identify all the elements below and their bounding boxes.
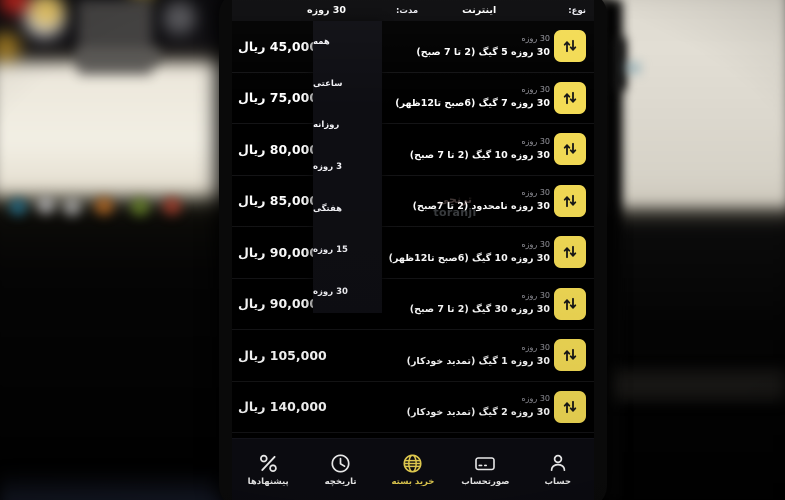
package-duration: 30 روزه bbox=[521, 291, 550, 301]
globe-icon bbox=[402, 452, 423, 474]
buy-package-button[interactable] bbox=[554, 30, 586, 63]
package-list: 30 روزه 30 روزه 5 گیگ (2 تا 7 صبح) 45,00… bbox=[232, 21, 594, 439]
background-right-teal-spot bbox=[625, 62, 641, 74]
package-duration: 30 روزه bbox=[521, 342, 550, 352]
dropdown-option-15day[interactable]: 15 روزه bbox=[313, 229, 382, 271]
package-title: 30 روزه 7 گیگ (6صبح تا12ظهر) bbox=[395, 98, 550, 110]
buy-package-button[interactable] bbox=[554, 81, 586, 114]
table-row[interactable]: 30 روزه 30 روزه 10 گیگ (6صبح تا12ظهر) 90… bbox=[232, 227, 594, 279]
data-transfer-icon bbox=[562, 141, 578, 157]
package-text-block: 30 روزه 30 روزه 7 گیگ (6صبح تا12ظهر) bbox=[368, 84, 550, 111]
background-left-scene bbox=[0, 0, 250, 500]
filter-duration-value[interactable]: 30 روزه bbox=[307, 5, 346, 16]
dropdown-option-daily[interactable]: روزانه bbox=[313, 104, 382, 146]
buy-package-button[interactable] bbox=[554, 184, 586, 217]
nav-item-bill[interactable]: صورتحساب bbox=[454, 444, 516, 496]
filter-duration-label: مدت: bbox=[396, 5, 419, 16]
package-text-block: 30 روزه 30 روزه نامحدود (2 تا 7صبح) bbox=[368, 187, 550, 214]
filter-type-label: نوع: bbox=[568, 5, 586, 16]
background-left-bottom-glow bbox=[0, 470, 230, 500]
data-transfer-icon bbox=[562, 193, 578, 209]
nav-item-buy-package[interactable]: خرید بسته bbox=[382, 444, 444, 496]
buy-package-button[interactable] bbox=[554, 133, 586, 166]
package-title: 30 روزه 1 گیگ (تمدید خودکار) bbox=[406, 355, 550, 367]
person-icon bbox=[548, 452, 568, 474]
package-text-block: 30 روزه 30 روزه 5 گیگ (2 تا 7 صبح) bbox=[368, 33, 550, 60]
background-right-edge bbox=[612, 38, 626, 90]
package-duration: 30 روزه bbox=[521, 394, 550, 404]
dropdown-option-weekly[interactable]: هفتگی bbox=[313, 188, 382, 230]
table-row[interactable]: 30 روزه 30 روزه 2 گیگ (تمدید خودکار) 140… bbox=[232, 381, 594, 433]
package-duration: 30 روزه bbox=[521, 188, 550, 198]
percent-icon bbox=[258, 452, 279, 474]
buy-package-button[interactable] bbox=[554, 390, 586, 423]
package-title: 30 روزه 10 گیگ (6صبح تا12ظهر) bbox=[388, 252, 550, 264]
data-transfer-icon bbox=[562, 399, 578, 415]
package-title: 30 روزه 10 گیگ (2 تا 7 صبح) bbox=[409, 149, 550, 161]
table-row[interactable]: 30 روزه 30 روزه 5 گیگ (2 تا 7 صبح) 45,00… bbox=[232, 21, 594, 73]
clock-icon bbox=[330, 452, 351, 474]
package-title: 30 روزه 5 گیگ (2 تا 7 صبح) bbox=[416, 46, 550, 58]
package-title: 30 روزه 30 گیگ (2 تا 7 صبح) bbox=[409, 304, 550, 316]
screenshot-stage: نوع: اینترنت مدت: 30 روزه 30 روزه 30 روز… bbox=[0, 0, 785, 500]
dropdown-option-hourly[interactable]: ساعتی bbox=[313, 63, 382, 105]
table-row[interactable]: 30 روزه 30 روزه 1 گیگ (تمدید خودکار) 105… bbox=[232, 330, 594, 382]
nav-label-history: تاریخچه bbox=[324, 477, 357, 487]
dropdown-option-30day[interactable]: 30 روزه bbox=[313, 271, 382, 313]
nav-label-account: حساب bbox=[544, 477, 571, 487]
nav-item-offers[interactable]: پیشنهادها bbox=[237, 444, 299, 496]
data-transfer-icon bbox=[562, 347, 578, 363]
background-left-bokeh bbox=[0, 195, 225, 219]
package-duration: 30 روزه bbox=[521, 239, 550, 249]
dropdown-option-3day[interactable]: 3 روزه bbox=[313, 146, 382, 188]
filter-type-group[interactable]: نوع: اینترنت bbox=[462, 5, 586, 16]
nav-label-offers: پیشنهادها bbox=[247, 477, 289, 487]
package-text-block: 30 روزه 30 روزه 10 گیگ (6صبح تا12ظهر) bbox=[368, 239, 550, 266]
dropdown-option-all[interactable]: همه bbox=[313, 21, 382, 63]
buy-package-button[interactable] bbox=[554, 236, 586, 269]
table-row[interactable]: 30 روزه 30 روزه 30 گیگ (2 تا 7 صبح) 90,0… bbox=[232, 278, 594, 330]
package-text-block: 30 روزه 30 روزه 30 گیگ (2 تا 7 صبح) bbox=[368, 290, 550, 317]
data-transfer-icon bbox=[562, 296, 578, 312]
nav-label-bill: صورتحساب bbox=[461, 477, 510, 487]
phone-screen: نوع: اینترنت مدت: 30 روزه 30 روزه 30 روز… bbox=[232, 0, 594, 500]
nav-item-account[interactable]: حساب bbox=[527, 444, 589, 496]
filter-duration-group[interactable]: مدت: 30 روزه bbox=[307, 5, 418, 16]
package-duration: 30 روزه bbox=[521, 33, 550, 43]
package-text-block: 30 روزه 30 روزه 1 گیگ (تمدید خودکار) bbox=[368, 342, 550, 369]
nav-label-buy-package: خرید بسته bbox=[391, 477, 435, 487]
package-price: 140,000 ریال bbox=[238, 399, 327, 415]
package-text-block: 30 روزه 30 روزه 2 گیگ (تمدید خودکار) bbox=[368, 393, 550, 420]
credit-card-icon bbox=[474, 452, 496, 474]
filter-type-value[interactable]: اینترنت bbox=[462, 5, 496, 16]
package-duration: 30 روزه bbox=[521, 136, 550, 146]
duration-dropdown-menu[interactable]: همه ساعتی روزانه 3 روزه هفتگی 15 روزه 30… bbox=[313, 21, 382, 313]
filter-header: نوع: اینترنت مدت: 30 روزه bbox=[232, 0, 594, 21]
background-right-faint-shape bbox=[610, 370, 785, 400]
package-text-block: 30 روزه 30 روزه 10 گیگ (2 تا 7 صبح) bbox=[368, 136, 550, 163]
package-duration: 30 روزه bbox=[521, 85, 550, 95]
table-row[interactable]: 30 روزه 30 روزه نامحدود (2 تا 7صبح) 85,0… bbox=[232, 175, 594, 227]
data-transfer-icon bbox=[562, 244, 578, 260]
package-title: 30 روزه نامحدود (2 تا 7صبح) bbox=[412, 201, 550, 213]
bottom-navigation: حساب صورتحساب خرید بسته تاریخچه پیشنهاده… bbox=[232, 438, 594, 500]
table-row[interactable]: 30 روزه 30 روزه 7 گیگ (6صبح تا12ظهر) 75,… bbox=[232, 72, 594, 124]
package-title: 30 روزه 2 گیگ (تمدید خودکار) bbox=[406, 407, 550, 419]
buy-package-button[interactable] bbox=[554, 287, 586, 320]
buy-package-button[interactable] bbox=[554, 339, 586, 372]
background-left-strip-b bbox=[78, 48, 160, 64]
data-transfer-icon bbox=[562, 90, 578, 106]
nav-item-history[interactable]: تاریخچه bbox=[310, 444, 372, 496]
package-price: 105,000 ریال bbox=[238, 347, 327, 363]
table-row[interactable]: 30 روزه 30 روزه 10 گیگ (2 تا 7 صبح) 80,0… bbox=[232, 124, 594, 176]
data-transfer-icon bbox=[562, 38, 578, 54]
